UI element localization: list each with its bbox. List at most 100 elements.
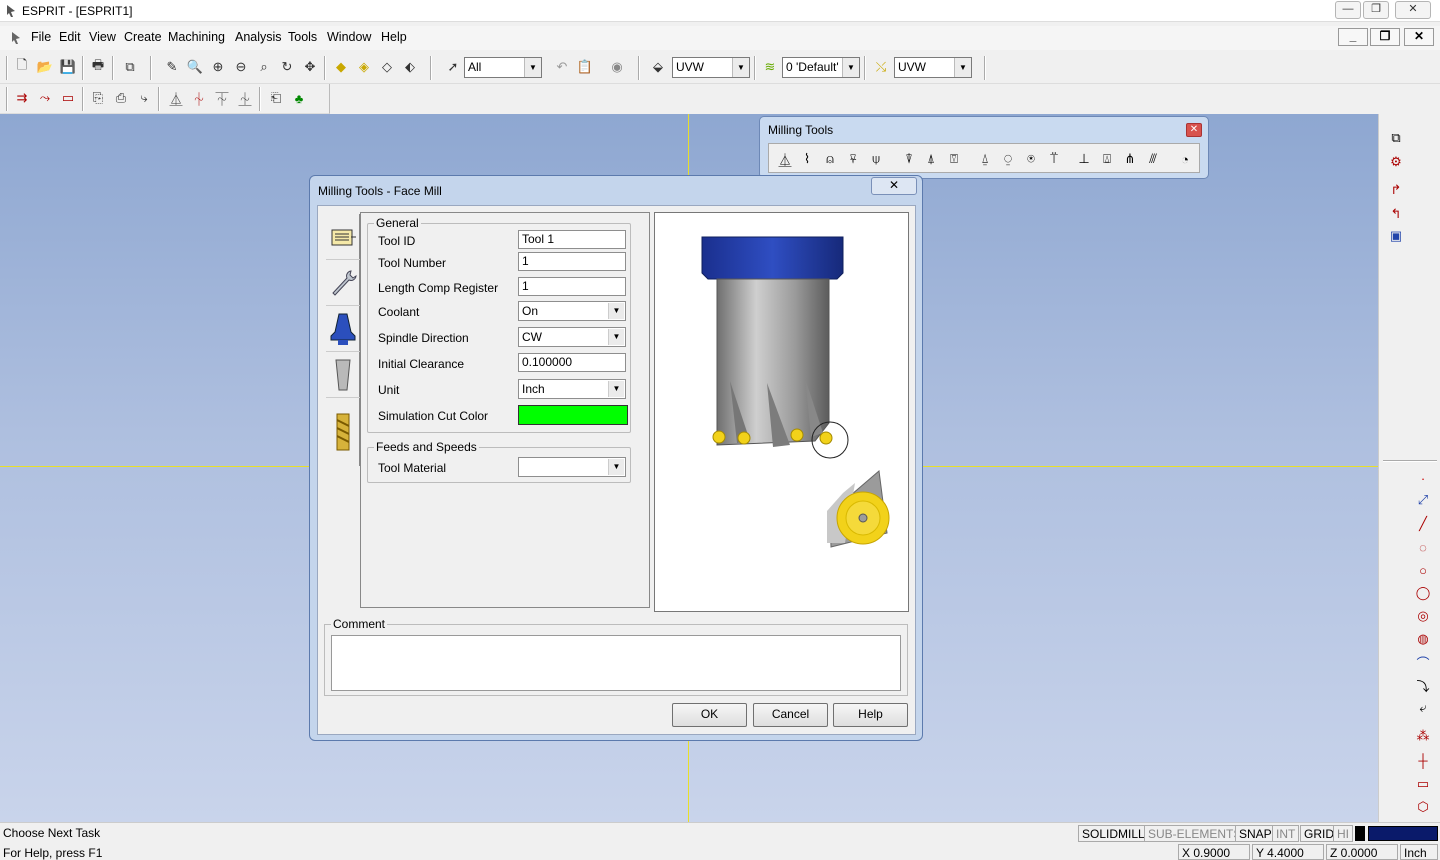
redraw-icon[interactable]: ✎	[162, 57, 182, 77]
shaded-icon[interactable]: ◆	[331, 57, 351, 77]
tab-tool-body[interactable]	[326, 306, 360, 352]
close-button[interactable]: ✕	[1395, 1, 1431, 19]
slot-mill-tool-icon[interactable]: ⍦	[866, 149, 886, 169]
save-icon[interactable]: 💾	[58, 57, 78, 77]
rotate-icon[interactable]: ↻	[277, 57, 297, 77]
menu-window[interactable]: Window	[327, 30, 371, 44]
copy-icon[interactable]: ⧉	[120, 57, 140, 77]
tool-number-field[interactable]: 1	[518, 252, 626, 271]
fillet-icon[interactable]: ⤵	[1412, 675, 1434, 695]
length-comp-field[interactable]: 1	[518, 277, 626, 296]
tool-library-icon[interactable]: ⏈	[235, 88, 255, 108]
dialog-close-button[interactable]: ✕	[871, 177, 917, 195]
ok-button[interactable]: OK	[672, 703, 747, 727]
doc-restore-button[interactable]: ❐	[1370, 28, 1400, 46]
menu-help[interactable]: Help	[381, 30, 407, 44]
doc-minimize-button[interactable]: _	[1338, 28, 1368, 46]
work-coordinates-icon[interactable]: ⤯	[871, 57, 891, 77]
tool-material-select[interactable]: ▼	[518, 457, 626, 477]
open-folder-icon[interactable]: 📂	[35, 57, 55, 77]
menu-view[interactable]: View	[89, 30, 116, 44]
simulation-step-icon[interactable]: ⤷	[134, 88, 154, 108]
menu-create[interactable]: Create	[124, 30, 162, 44]
tab-holder[interactable]	[326, 260, 360, 306]
tab-shank[interactable]	[326, 352, 360, 398]
menu-edit[interactable]: Edit	[59, 30, 81, 44]
workplane-select[interactable]: UVW ▼	[672, 57, 750, 78]
view-solid-icon[interactable]: ⧉	[1385, 128, 1407, 148]
tool-id-field[interactable]: Tool 1	[518, 230, 626, 249]
simulation-solid-icon[interactable]: ⎙	[111, 88, 131, 108]
layers-icon[interactable]: ≋	[760, 57, 780, 77]
workplane-icon[interactable]: ⬙	[648, 57, 668, 77]
zoom-fit-icon[interactable]: ⌕	[254, 57, 274, 77]
countersink-tool-icon[interactable]: ⍡	[1044, 149, 1064, 169]
mode-solidmill[interactable]: SOLIDMILL	[1078, 825, 1149, 842]
cancel-button[interactable]: Cancel	[753, 703, 828, 727]
circle-center-icon[interactable]: ◌	[1412, 537, 1434, 557]
workplane2-select[interactable]: UVW ▼	[894, 57, 972, 78]
view-assembly-icon[interactable]: ⚙	[1385, 152, 1407, 172]
reamer-tool-icon[interactable]: ⍜	[998, 149, 1018, 169]
operation-icon[interactable]: ⇉	[12, 88, 32, 108]
zoom-in-icon[interactable]: ⊕	[208, 57, 228, 77]
hatch-icon[interactable]: ⁂	[1412, 726, 1434, 746]
mode-sub-elements[interactable]: SUB-ELEMENTS	[1144, 825, 1246, 842]
simulation-icon[interactable]: ⎘	[88, 88, 108, 108]
layer-select[interactable]: 0 'Default' ▼	[782, 57, 860, 78]
new-file-icon[interactable]: 🗋	[12, 57, 32, 77]
pan-icon[interactable]: ✥	[300, 57, 320, 77]
ball-mill-tool-icon[interactable]: ⍝	[820, 149, 840, 169]
tool-assign-icon[interactable]: ⏆	[189, 88, 209, 108]
select-arrow-icon[interactable]: ➚	[443, 57, 463, 77]
help-button[interactable]: Help	[833, 703, 908, 727]
tap-tool-icon[interactable]: ⍙	[975, 149, 995, 169]
box-icon[interactable]: ▣	[1385, 226, 1407, 246]
point-icon[interactable]: ·	[1412, 468, 1434, 488]
hidden-line-icon[interactable]: ⬖	[400, 57, 420, 77]
tab-general[interactable]	[326, 214, 360, 260]
restore-button[interactable]: ❐	[1363, 1, 1389, 19]
end-mill-tool-icon[interactable]: ⌇	[797, 149, 817, 169]
rectangle-icon[interactable]: ▭	[1412, 774, 1434, 794]
menu-tools[interactable]: Tools	[288, 30, 317, 44]
circle-2pt-icon[interactable]: ○	[1412, 560, 1434, 580]
tool-magazine-icon[interactable]: ⏇	[212, 88, 232, 108]
menu-analysis[interactable]: Analysis	[235, 30, 282, 44]
custom-tool-icon[interactable]: ⫻	[1143, 149, 1163, 169]
comment-textarea[interactable]	[331, 635, 901, 691]
dovetail-tool-icon[interactable]: ⍍	[1097, 149, 1117, 169]
doc-close-button[interactable]: ✕	[1404, 28, 1434, 46]
circle-3pt-icon[interactable]: ◯	[1412, 583, 1434, 603]
chamfer-icon[interactable]: ⤶	[1412, 698, 1434, 718]
circle-tangent2-icon[interactable]: ◍	[1412, 629, 1434, 649]
tool-icon[interactable]: ⏅	[166, 88, 186, 108]
thread-mill-tool-icon[interactable]: ⋔	[1120, 149, 1140, 169]
print-icon[interactable]: 🖶	[88, 57, 108, 77]
drill-tool-icon[interactable]: ⍒	[899, 149, 919, 169]
curve-icon[interactable]: ↱	[1385, 180, 1407, 200]
zoom-window-icon[interactable]: 🔍	[185, 57, 205, 77]
menu-machining[interactable]: Machining	[168, 30, 225, 44]
face-mill-tool-icon[interactable]: ⏅	[775, 149, 795, 169]
paste-icon[interactable]: 📋	[575, 57, 595, 77]
zoom-out-icon[interactable]: ⊖	[231, 57, 251, 77]
mode-hi[interactable]: HI	[1333, 825, 1353, 842]
menu-file[interactable]: File	[31, 30, 51, 44]
curve2-icon[interactable]: ↰	[1385, 204, 1407, 224]
unit-select[interactable]: Inch ▼	[518, 379, 626, 399]
bull-mill-tool-icon[interactable]: ⍫	[843, 149, 863, 169]
tool-library-icon[interactable]: ◔	[1175, 149, 1195, 169]
circle-tangent-icon[interactable]: ◎	[1412, 606, 1434, 626]
milling-tools-toolbar[interactable]: Milling Tools ✕ ⏅ ⌇ ⍝ ⍫ ⍦ ⍒ ⍋ ⍔ ⍙ ⍜ ⍟ ⍡ …	[759, 116, 1209, 179]
sim-cut-color-swatch[interactable]	[518, 405, 628, 425]
tab-cutting[interactable]	[326, 398, 360, 466]
selection-filter-select[interactable]: All ▼	[464, 57, 542, 78]
line-icon[interactable]: ╱	[1412, 514, 1434, 534]
t-slot-tool-icon[interactable]: ⊥	[1074, 149, 1094, 169]
line-points-icon[interactable]: ⤢	[1412, 490, 1434, 510]
coolant-select[interactable]: On ▼	[518, 301, 626, 321]
mode-int[interactable]: INT	[1272, 825, 1300, 842]
arc-icon[interactable]: ⌒	[1412, 652, 1434, 672]
spot-drill-tool-icon[interactable]: ⍔	[944, 149, 964, 169]
